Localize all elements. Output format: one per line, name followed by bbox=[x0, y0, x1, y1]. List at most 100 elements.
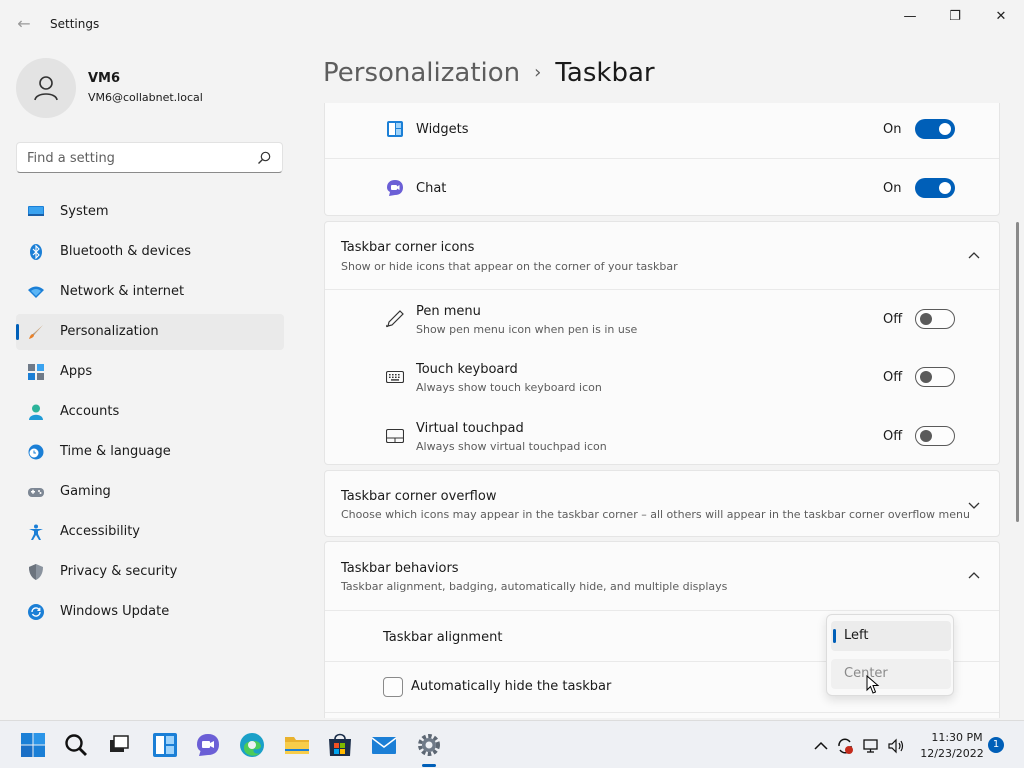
user-profile[interactable]: VM6 VM6@collabnet.local bbox=[16, 58, 296, 118]
avatar bbox=[16, 58, 76, 118]
chevron-down-icon[interactable] bbox=[967, 498, 981, 512]
clock-date[interactable]: 12/23/2022 bbox=[912, 747, 992, 760]
sidebar-item-privacy-security[interactable]: Privacy & security bbox=[16, 554, 284, 590]
back-button[interactable]: ← bbox=[14, 14, 34, 34]
sidebar-item-system[interactable]: System bbox=[16, 194, 284, 230]
alignment-option-left[interactable]: Left bbox=[831, 621, 951, 651]
mail-icon[interactable] bbox=[371, 732, 397, 758]
alignment-dropdown[interactable]: Left Center bbox=[826, 614, 954, 696]
edge-icon[interactable] bbox=[239, 732, 265, 758]
touch-keyboard-label: Touch keyboard bbox=[416, 362, 518, 377]
close-button[interactable]: ✕ bbox=[978, 6, 1024, 28]
windows-taskbar: 11:30 PM 12/23/2022 1 bbox=[0, 720, 1024, 768]
pen-menu-subtitle: Show pen menu icon when pen is in use bbox=[416, 323, 638, 336]
clock-time[interactable]: 11:30 PM bbox=[922, 731, 992, 744]
pen-menu-row: Pen menu Show pen menu icon when pen is … bbox=[325, 289, 999, 348]
touchpad-icon bbox=[386, 428, 404, 444]
chat-icon bbox=[387, 180, 403, 196]
update-warning-icon[interactable] bbox=[836, 737, 854, 755]
notification-badge[interactable]: 1 bbox=[988, 737, 1004, 753]
store-icon[interactable] bbox=[327, 732, 353, 758]
search-icon[interactable] bbox=[63, 732, 89, 758]
widgets-row: Widgets On bbox=[325, 103, 999, 158]
search-box[interactable] bbox=[16, 142, 283, 173]
task-view-icon[interactable] bbox=[106, 732, 132, 758]
windows-start-icon[interactable] bbox=[20, 732, 46, 758]
active-app-indicator bbox=[422, 764, 436, 767]
taskbar-items-card: Widgets On Chat On bbox=[324, 103, 1000, 216]
search-icon[interactable] bbox=[256, 150, 272, 166]
sidebar-item-time-language[interactable]: Time & language bbox=[16, 434, 284, 470]
corner-icons-header[interactable]: Taskbar corner icons Show or hide icons … bbox=[325, 222, 999, 289]
title-bar: ← Settings — ❐ ✕ bbox=[0, 0, 1024, 48]
sidebar-item-accounts[interactable]: Accounts bbox=[16, 394, 284, 430]
apps-icon bbox=[28, 364, 44, 380]
widgets-label: Widgets bbox=[416, 122, 469, 137]
corner-overflow-subtitle: Choose which icons may appear in the tas… bbox=[341, 508, 970, 521]
sidebar-item-network[interactable]: Network & internet bbox=[16, 274, 284, 310]
widgets-toggle[interactable] bbox=[915, 119, 955, 139]
autohide-checkbox[interactable] bbox=[383, 677, 403, 697]
file-explorer-icon[interactable] bbox=[284, 732, 310, 758]
touch-keyboard-row: Touch keyboard Always show touch keyboar… bbox=[325, 348, 999, 407]
volume-icon[interactable] bbox=[887, 737, 905, 755]
alignment-option-center[interactable]: Center bbox=[831, 659, 951, 689]
toggle-knob bbox=[920, 371, 932, 383]
behaviors-header[interactable]: Taskbar behaviors Taskbar alignment, bad… bbox=[325, 542, 999, 610]
virtual-touchpad-state: Off bbox=[883, 429, 903, 444]
profile-email: VM6@collabnet.local bbox=[88, 91, 203, 104]
chat-toggle[interactable] bbox=[915, 178, 955, 198]
paintbrush-icon bbox=[29, 325, 43, 339]
chevron-up-icon[interactable] bbox=[967, 569, 981, 583]
corner-icons-subtitle: Show or hide icons that appear on the co… bbox=[341, 260, 678, 273]
behaviors-title: Taskbar behaviors bbox=[341, 561, 459, 576]
network-icon[interactable] bbox=[862, 737, 880, 755]
touch-keyboard-toggle[interactable] bbox=[915, 367, 955, 387]
maximize-button[interactable]: ❐ bbox=[932, 6, 978, 28]
pen-menu-toggle[interactable] bbox=[915, 309, 955, 329]
virtual-touchpad-toggle[interactable] bbox=[915, 426, 955, 446]
sidebar-item-windows-update[interactable]: Windows Update bbox=[16, 594, 284, 630]
clock-globe-icon bbox=[28, 444, 44, 460]
chat-row: Chat On bbox=[325, 158, 999, 216]
toggle-knob bbox=[920, 313, 932, 325]
profile-name: VM6 bbox=[88, 71, 121, 86]
sidebar-item-apps[interactable]: Apps bbox=[16, 354, 284, 390]
autohide-label: Automatically hide the taskbar bbox=[411, 679, 612, 694]
wifi-icon bbox=[28, 286, 44, 298]
toggle-knob bbox=[920, 430, 932, 442]
sidebar-item-personalization[interactable]: Personalization bbox=[16, 314, 284, 350]
option-label: Left bbox=[844, 628, 869, 643]
sidebar-item-gaming[interactable]: Gaming bbox=[16, 474, 284, 510]
person-icon bbox=[34, 76, 58, 101]
chevron-up-icon[interactable] bbox=[967, 249, 981, 263]
toggle-knob bbox=[939, 182, 951, 194]
shield-icon bbox=[29, 564, 43, 580]
toggle-knob bbox=[939, 123, 951, 135]
breadcrumb-parent[interactable]: Personalization bbox=[323, 58, 520, 88]
touch-keyboard-subtitle: Always show touch keyboard icon bbox=[416, 381, 602, 394]
sidebar-item-label: System bbox=[60, 204, 109, 219]
touch-keyboard-state: Off bbox=[883, 370, 903, 385]
sidebar-item-accessibility[interactable]: Accessibility bbox=[16, 514, 284, 550]
corner-icons-title: Taskbar corner icons bbox=[341, 240, 475, 255]
widgets-icon[interactable] bbox=[152, 732, 178, 758]
scrollbar[interactable] bbox=[1016, 222, 1019, 522]
chat-icon[interactable] bbox=[195, 732, 221, 758]
breadcrumb-separator: › bbox=[534, 62, 542, 83]
corner-overflow-card[interactable]: Taskbar corner overflow Choose which ico… bbox=[324, 470, 1000, 537]
corner-icons-card: Taskbar corner icons Show or hide icons … bbox=[324, 221, 1000, 465]
monitor-icon bbox=[28, 206, 44, 216]
minimize-button[interactable]: — bbox=[887, 6, 933, 28]
chat-label: Chat bbox=[416, 181, 447, 196]
chevron-up-icon[interactable] bbox=[812, 737, 830, 755]
gamepad-icon bbox=[28, 488, 44, 497]
sidebar-item-bluetooth[interactable]: Bluetooth & devices bbox=[16, 234, 284, 270]
sidebar-item-label: Privacy & security bbox=[60, 564, 178, 579]
next-row bbox=[325, 712, 999, 718]
settings-gear-icon[interactable] bbox=[416, 732, 442, 758]
sidebar-item-label: Windows Update bbox=[60, 604, 170, 619]
sidebar-item-label: Gaming bbox=[60, 484, 111, 499]
search-input[interactable] bbox=[27, 149, 247, 167]
sidebar-nav: System Bluetooth & devices Network & int… bbox=[16, 194, 284, 634]
